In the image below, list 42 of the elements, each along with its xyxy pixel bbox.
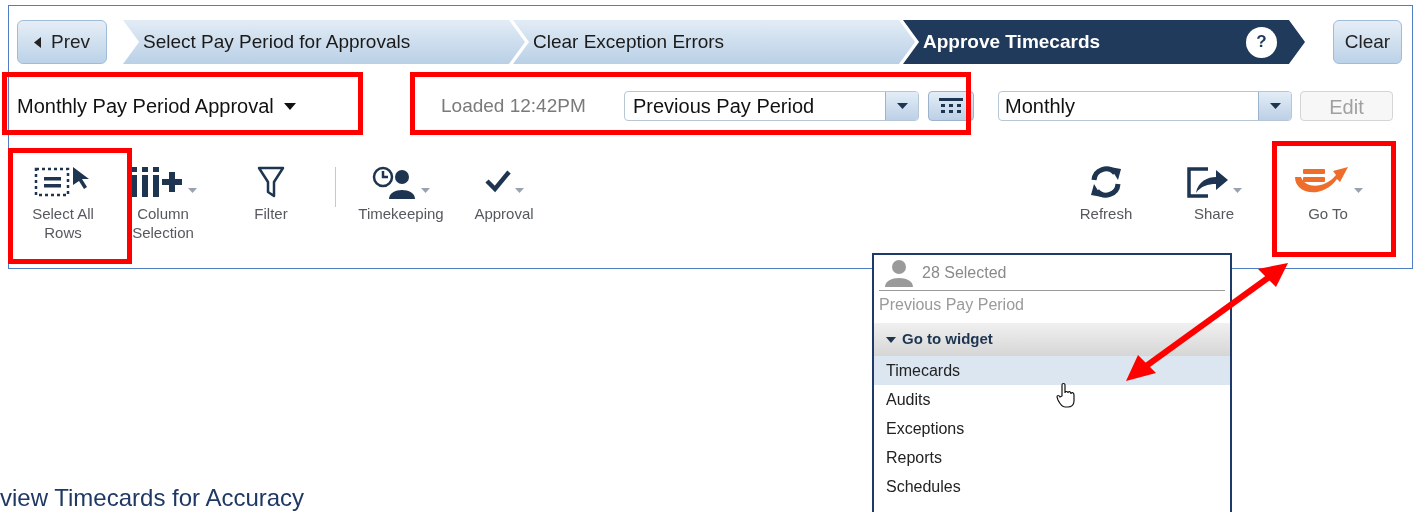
wizard-step[interactable]: Select Pay Period for Approvals [123, 20, 525, 64]
schedule-select[interactable]: Monthly [998, 91, 1292, 121]
menu-item[interactable]: Timecards [874, 356, 1230, 385]
hand-cursor-icon [1056, 382, 1076, 408]
caret-icon [283, 102, 296, 110]
toolbar-button[interactable]: Timekeeping [346, 159, 456, 223]
menu-item[interactable]: Reports [874, 443, 1230, 472]
share-icon [1186, 165, 1230, 199]
period-select[interactable]: Previous Pay Period [624, 91, 919, 121]
loaded-time: Loaded 12:42PM [441, 93, 587, 118]
dropdown-toggle[interactable] [1258, 92, 1291, 120]
menu-item[interactable]: Audits [874, 385, 1230, 414]
section-heading: view Timecards for Accuracy [0, 484, 305, 512]
caret-icon [886, 336, 896, 343]
wizard-step[interactable]: Approve Timecards ? [903, 20, 1305, 64]
columns-plus-icon [129, 165, 185, 199]
caret-icon [1269, 103, 1281, 109]
menu-item[interactable]: Exceptions [874, 414, 1230, 443]
help-button[interactable]: ? [1246, 26, 1277, 58]
toolbar-button[interactable]: Share [1160, 159, 1268, 223]
period-label: Previous Pay Period [878, 295, 1025, 315]
menu-item[interactable]: Schedules [874, 472, 1230, 501]
toolbar-button[interactable]: Approval [456, 159, 552, 223]
menu-section-header[interactable]: Go to widget [874, 323, 1230, 356]
filter-icon [257, 165, 285, 199]
edit-button: Edit [1300, 91, 1393, 121]
toolbar-button[interactable]: Column Selection [109, 159, 217, 242]
dropdown-toggle[interactable] [885, 92, 918, 120]
prev-button[interactable]: Prev [17, 20, 107, 64]
wizard-step[interactable]: Clear Exception Errors [513, 20, 915, 64]
toolbar-button[interactable]: Refresh [1052, 159, 1160, 223]
left-triangle-icon [33, 36, 41, 48]
view-selector[interactable]: Monthly Pay Period Approval [17, 91, 437, 121]
selected-count: 28 Selected [922, 262, 1007, 283]
clock-person-icon [372, 165, 418, 199]
toolbar-button[interactable]: Filter [217, 159, 325, 223]
calendar-icon [939, 98, 963, 114]
toolbar-button[interactable]: Go To [1268, 159, 1388, 223]
clear-button[interactable]: Clear [1333, 20, 1402, 64]
caret-icon [896, 103, 908, 109]
toolbar-button[interactable]: Select All Rows [17, 159, 109, 242]
person-icon [884, 258, 914, 287]
